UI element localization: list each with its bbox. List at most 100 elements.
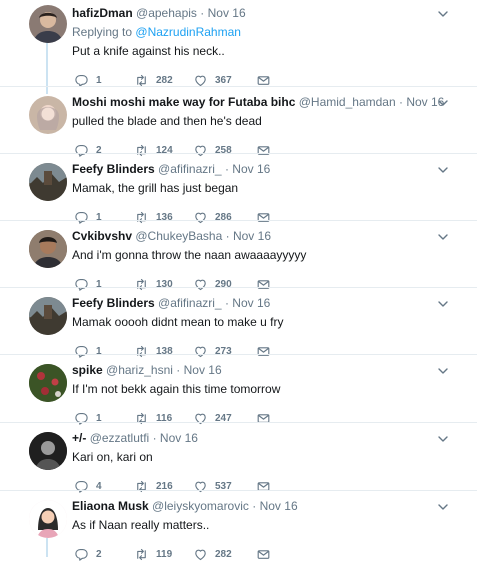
replying-to: Replying to @NazrudinRahman	[72, 24, 437, 40]
separator-dot: ·	[152, 431, 157, 445]
chevron-down-icon[interactable]	[437, 231, 449, 243]
like-button[interactable]: 258	[193, 143, 232, 158]
avatar[interactable]	[29, 297, 67, 335]
tweet-timestamp[interactable]: Nov 16	[160, 431, 198, 445]
tweet-timestamp[interactable]: Nov 16	[208, 6, 246, 20]
user-handle[interactable]: @leiyskyomarovic	[152, 499, 249, 513]
like-count: 290	[215, 279, 232, 290]
separator-dot: ·	[398, 95, 403, 109]
reply-icon	[74, 547, 89, 562]
chevron-down-icon[interactable]	[437, 501, 449, 513]
reply-icon	[74, 479, 89, 494]
replying-to-label: Replying to	[72, 25, 133, 39]
tweet-timestamp[interactable]: Nov 16	[184, 363, 222, 377]
tweet-header: Feefy Blinders @afifinazri_ · Nov 16	[72, 162, 437, 177]
like-button[interactable]: 282	[193, 547, 232, 562]
tweet-actions: 2 124 258	[72, 143, 437, 159]
reply-button[interactable]: 1	[74, 344, 102, 359]
chevron-down-icon[interactable]	[437, 97, 449, 109]
display-name[interactable]: Cvkibvshv	[72, 229, 132, 243]
chevron-down-icon[interactable]	[437, 298, 449, 310]
reply-button[interactable]: 2	[74, 143, 102, 158]
display-name[interactable]: Feefy Blinders	[72, 296, 155, 310]
like-button[interactable]: 290	[193, 277, 232, 292]
display-name[interactable]: Eliaona Musk	[72, 499, 149, 513]
display-name[interactable]: Moshi moshi make way for Futaba bihc	[72, 95, 295, 109]
like-icon	[193, 344, 208, 359]
tweet-timestamp[interactable]: Nov 16	[232, 296, 270, 310]
direct-message-button[interactable]	[256, 344, 271, 359]
tweet-timestamp[interactable]: Nov 16	[232, 162, 270, 176]
retweet-button[interactable]: 136	[134, 210, 173, 225]
direct-message-button[interactable]	[256, 277, 271, 292]
user-handle[interactable]: @Hamid_hamdan	[299, 95, 396, 109]
direct-message-button[interactable]	[256, 411, 271, 426]
retweet-icon	[134, 547, 149, 562]
display-name[interactable]: hafizDman	[72, 6, 133, 20]
reply-button[interactable]: 1	[74, 411, 102, 426]
tweet-timestamp[interactable]: Nov 16	[260, 499, 298, 513]
tweet-actions: 1 130 290	[72, 277, 437, 293]
tweet-text: Put a knife against his neck..	[72, 44, 225, 58]
separator-dot: ·	[225, 229, 230, 243]
user-handle[interactable]: @afifinazri_	[158, 296, 222, 310]
display-name[interactable]: spike	[72, 363, 103, 377]
direct-message-button[interactable]	[256, 143, 271, 158]
display-name[interactable]: +/-	[72, 431, 86, 445]
retweet-icon	[134, 143, 149, 158]
avatar[interactable]	[29, 500, 67, 538]
retweet-button[interactable]: 216	[134, 479, 173, 494]
reply-button[interactable]: 1	[74, 277, 102, 292]
reply-button[interactable]: 1	[74, 210, 102, 225]
like-button[interactable]: 247	[193, 411, 232, 426]
like-button[interactable]: 537	[193, 479, 232, 494]
like-count: 282	[215, 549, 232, 560]
retweet-icon	[134, 210, 149, 225]
chevron-down-icon[interactable]	[437, 164, 449, 176]
reply-button[interactable]: 4	[74, 479, 102, 494]
user-handle[interactable]: @ezzatlutfi	[90, 431, 150, 445]
chevron-down-icon[interactable]	[437, 8, 449, 20]
mention-link[interactable]: @NazrudinRahman	[135, 25, 241, 39]
reply-icon	[74, 344, 89, 359]
like-icon	[193, 411, 208, 426]
direct-message-button[interactable]	[256, 210, 271, 225]
user-handle[interactable]: @ChukeyBasha	[135, 229, 222, 243]
retweet-button[interactable]: 124	[134, 143, 173, 158]
like-button[interactable]: 286	[193, 210, 232, 225]
tweet-header: Moshi moshi make way for Futaba bihc @Ha…	[72, 95, 444, 110]
avatar[interactable]	[29, 96, 67, 134]
retweet-button[interactable]: 119	[134, 547, 172, 562]
display-name[interactable]: Feefy Blinders	[72, 162, 155, 176]
direct-message-button[interactable]	[256, 479, 271, 494]
avatar[interactable]	[29, 230, 67, 268]
retweet-count: 130	[156, 279, 173, 290]
like-icon	[193, 547, 208, 562]
retweet-button[interactable]: 138	[134, 344, 173, 359]
reply-count: 2	[96, 145, 102, 156]
chevron-down-icon[interactable]	[437, 365, 449, 377]
avatar[interactable]	[29, 163, 67, 201]
like-button[interactable]: 273	[193, 344, 232, 359]
user-handle[interactable]: @apehapis	[136, 6, 197, 20]
user-handle[interactable]: @hariz_hsni	[106, 363, 173, 377]
reply-count: 2	[96, 549, 102, 560]
avatar[interactable]	[29, 364, 67, 402]
like-count: 273	[215, 346, 232, 357]
avatar[interactable]	[29, 5, 67, 43]
avatar[interactable]	[29, 432, 67, 470]
like-icon	[193, 210, 208, 225]
tweet-timestamp[interactable]: Nov 16	[233, 229, 271, 243]
retweet-button[interactable]: 116	[134, 411, 172, 426]
user-handle[interactable]: @afifinazri_	[158, 162, 222, 176]
tweet-text: Kari on, kari on	[72, 450, 153, 464]
retweet-button[interactable]: 130	[134, 277, 173, 292]
tweet-text: And i'm gonna throw the naan awaaaayyyyy	[72, 248, 307, 262]
chevron-down-icon[interactable]	[437, 433, 449, 445]
separator-dot: ·	[224, 296, 229, 310]
direct-message-button[interactable]	[256, 547, 271, 562]
message-icon	[256, 479, 271, 494]
reply-button[interactable]: 2	[74, 547, 102, 562]
retweet-count: 124	[156, 145, 173, 156]
separator-dot: ·	[252, 499, 257, 513]
